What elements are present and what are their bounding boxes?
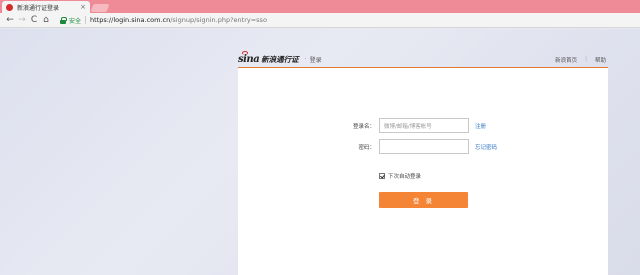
new-tab-button[interactable] <box>90 4 110 12</box>
forward-icon[interactable]: → <box>16 13 28 28</box>
header-links: 新浪首页 | 帮助 <box>555 56 606 64</box>
password-row: 密码： 忘记密码 <box>333 139 497 154</box>
tab-close-icon[interactable]: × <box>80 3 86 11</box>
help-link[interactable]: 帮助 <box>595 56 606 64</box>
page-background: sina 新浪通行证 · 登录 新浪首页 | 帮助 登录名： 微博/邮箱/博客帐… <box>0 29 640 275</box>
address-divider <box>85 16 87 24</box>
login-panel: 登录名： 微博/邮箱/博客帐号 注册 密码： 忘记密码 下次自动登录 登 录 <box>238 68 608 275</box>
url-field[interactable]: https://login.sina.com.cn/signup/signin.… <box>90 16 267 24</box>
header-link-separator: | <box>585 56 587 62</box>
secure-label: 安全 <box>69 17 82 25</box>
forgot-password-link[interactable]: 忘记密码 <box>475 143 497 151</box>
address-bar: ← → C ⌂ 安全 https://login.sina.com.cn/sig… <box>0 13 640 28</box>
sina-favicon-icon <box>6 3 13 11</box>
url-path: /signup/signin.php?entry=sso <box>170 16 267 24</box>
browser-tab[interactable]: 新浪通行证登录 × <box>2 1 90 13</box>
username-row: 登录名： 微博/邮箱/博客帐号 注册 <box>333 118 486 133</box>
page-tag: 登录 <box>309 56 322 64</box>
remember-me[interactable]: 下次自动登录 <box>379 172 421 180</box>
browser-tab-bar: 新浪通行证登录 × <box>0 0 640 13</box>
header-divider: · <box>304 55 307 63</box>
site-header: sina 新浪通行证 · 登录 新浪首页 | 帮助 <box>238 50 608 67</box>
sina-home-link[interactable]: 新浪首页 <box>555 56 577 64</box>
remember-checkbox[interactable] <box>379 173 385 179</box>
username-input[interactable]: 微博/邮箱/博客帐号 <box>379 118 469 133</box>
username-label: 登录名： <box>352 123 375 130</box>
tab-title: 新浪通行证登录 <box>17 4 60 12</box>
url-host: https://login.sina.com.cn <box>90 16 171 24</box>
lock-icon <box>60 17 67 24</box>
password-input[interactable] <box>379 139 469 154</box>
password-label: 密码： <box>358 144 375 151</box>
register-link[interactable]: 注册 <box>475 122 486 130</box>
home-icon[interactable]: ⌂ <box>40 13 52 28</box>
login-button[interactable]: 登 录 <box>379 192 468 208</box>
passport-logo-text: 新浪通行证 <box>261 54 299 64</box>
sina-logo-text: sina <box>238 50 260 65</box>
remember-label: 下次自动登录 <box>388 174 422 180</box>
back-icon[interactable]: ← <box>4 13 16 28</box>
sina-passport-logo[interactable]: sina 新浪通行证 · 登录 <box>238 50 322 65</box>
reload-icon[interactable]: C <box>28 13 40 28</box>
sina-eye-icon <box>242 50 248 55</box>
